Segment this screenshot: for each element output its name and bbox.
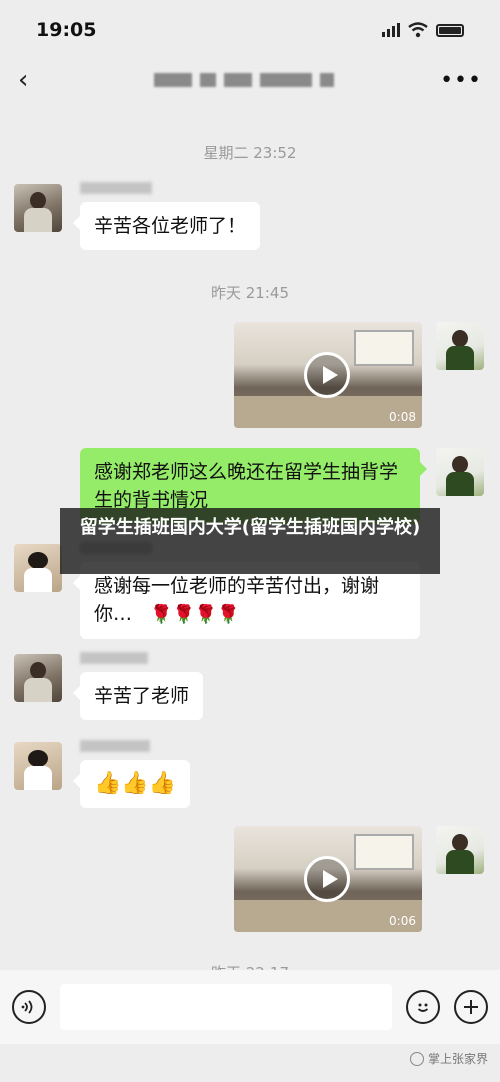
- message-bubble[interactable]: 👍👍👍: [72, 760, 191, 808]
- message-bubble[interactable]: 辛苦了老师: [72, 672, 204, 720]
- chat-title-redacted: [154, 73, 335, 87]
- play-icon[interactable]: [304, 352, 350, 398]
- avatar[interactable]: [14, 654, 62, 702]
- message-input[interactable]: [60, 984, 392, 1030]
- watermark-text: 掌上张家界: [427, 1052, 488, 1066]
- message-bubble[interactable]: 辛苦各位老师了！: [72, 202, 261, 250]
- status-bar: 19:05: [0, 0, 500, 60]
- watermark: 掌上张家界: [409, 1050, 488, 1067]
- video-message[interactable]: 0:08: [234, 322, 422, 428]
- input-bar: [0, 970, 500, 1044]
- more-options-button[interactable]: •••: [440, 68, 482, 93]
- sender-name: [80, 182, 152, 194]
- back-button[interactable]: ‹: [18, 65, 48, 95]
- voice-icon[interactable]: [12, 990, 46, 1024]
- video-duration: 0:08: [389, 410, 416, 424]
- my-avatar[interactable]: [436, 322, 484, 370]
- signal-icon: [382, 23, 400, 37]
- nav-bar: ‹ •••: [0, 55, 500, 105]
- emoji-icon[interactable]: [406, 990, 440, 1024]
- wifi-icon: [408, 22, 428, 38]
- timestamp: 昨天 21:45: [211, 284, 289, 302]
- my-avatar[interactable]: [436, 826, 484, 874]
- video-message[interactable]: 0:06: [234, 826, 422, 932]
- plus-icon[interactable]: [454, 990, 488, 1024]
- message-text: 感谢每一位老师的辛苦付出，谢谢: [94, 575, 380, 597]
- sender-name: [80, 740, 150, 752]
- rose-emoji: 🌹🌹🌹🌹: [150, 604, 240, 625]
- video-duration: 0:06: [389, 914, 416, 928]
- timestamp: 昨天 22:17: [0, 962, 500, 970]
- my-avatar[interactable]: [436, 448, 484, 496]
- timestamp: 星期二 23:52: [203, 144, 297, 162]
- play-icon[interactable]: [304, 856, 350, 902]
- avatar[interactable]: [14, 544, 62, 592]
- status-time: 19:05: [36, 19, 97, 41]
- avatar[interactable]: [14, 742, 62, 790]
- article-title-overlay: 留学生插班国内大学(留学生插班国内学校): [60, 508, 440, 574]
- message-text-fragment: 你…: [94, 603, 133, 625]
- sender-name: [80, 652, 148, 664]
- wechat-account-icon: [409, 1051, 424, 1066]
- status-icons: [382, 22, 464, 38]
- avatar[interactable]: [14, 184, 62, 232]
- battery-icon: [436, 23, 464, 37]
